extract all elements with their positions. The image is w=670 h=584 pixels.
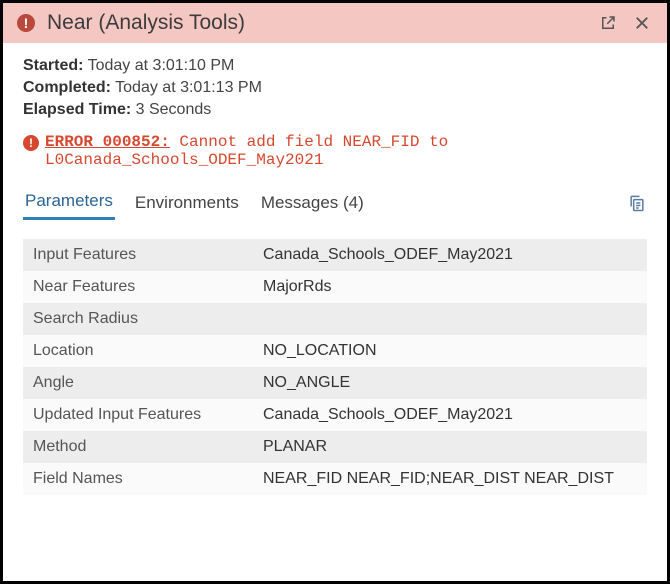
window-title: Near (Analysis Tools): [47, 11, 585, 35]
param-label: Location: [23, 335, 253, 367]
error-code-link[interactable]: ERROR 000852:: [45, 133, 170, 151]
param-label: Updated Input Features: [23, 399, 253, 431]
tool-result-window: ! Near (Analysis Tools) Started: Today a…: [0, 0, 670, 584]
elapsed-value: 3 Seconds: [136, 101, 212, 118]
param-label: Search Radius: [23, 303, 253, 335]
elapsed-label: Elapsed Time:: [23, 101, 131, 118]
table-row: Search Radius: [23, 303, 647, 335]
tab-messages[interactable]: Messages (4): [259, 187, 366, 219]
param-label: Method: [23, 431, 253, 463]
table-row: Method PLANAR: [23, 431, 647, 463]
started-value: Today at 3:01:10 PM: [88, 57, 235, 74]
completed-value: Today at 3:01:13 PM: [115, 79, 262, 96]
param-value: NO_LOCATION: [253, 335, 647, 367]
error-icon: !: [17, 14, 35, 32]
error-text: ERROR 000852: Cannot add field NEAR_FID …: [45, 133, 647, 169]
table-row: Updated Input Features Canada_Schools_OD…: [23, 399, 647, 431]
param-value: NEAR_FID NEAR_FID;NEAR_DIST NEAR_DIST: [253, 463, 647, 495]
tabs: Parameters Environments Messages (4): [23, 185, 647, 221]
param-value: Canada_Schools_ODEF_May2021: [253, 399, 647, 431]
table-row: Input Features Canada_Schools_ODEF_May20…: [23, 239, 647, 271]
error-message: ! ERROR 000852: Cannot add field NEAR_FI…: [23, 133, 647, 169]
body: Started: Today at 3:01:10 PM Completed: …: [3, 43, 667, 581]
completed-label: Completed:: [23, 79, 111, 96]
param-value: PLANAR: [253, 431, 647, 463]
close-icon[interactable]: [631, 12, 653, 34]
param-value: Canada_Schools_ODEF_May2021: [253, 239, 647, 271]
param-label: Field Names: [23, 463, 253, 495]
table-row: Location NO_LOCATION: [23, 335, 647, 367]
parameters-table: Input Features Canada_Schools_ODEF_May20…: [23, 239, 647, 495]
tab-environments[interactable]: Environments: [133, 187, 241, 219]
error-icon-small: !: [23, 135, 39, 151]
titlebar: ! Near (Analysis Tools): [3, 3, 667, 43]
param-label: Angle: [23, 367, 253, 399]
param-label: Near Features: [23, 271, 253, 303]
started-line: Started: Today at 3:01:10 PM: [23, 57, 647, 75]
param-value: [253, 303, 647, 335]
tab-parameters[interactable]: Parameters: [23, 185, 115, 220]
param-value: NO_ANGLE: [253, 367, 647, 399]
elapsed-line: Elapsed Time: 3 Seconds: [23, 101, 647, 119]
param-label: Input Features: [23, 239, 253, 271]
started-label: Started:: [23, 57, 83, 74]
table-row: Angle NO_ANGLE: [23, 367, 647, 399]
popout-icon[interactable]: [597, 12, 619, 34]
table-row: Near Features MajorRds: [23, 271, 647, 303]
copy-icon[interactable]: [627, 193, 647, 213]
param-value: MajorRds: [253, 271, 647, 303]
completed-line: Completed: Today at 3:01:13 PM: [23, 79, 647, 97]
table-row: Field Names NEAR_FID NEAR_FID;NEAR_DIST …: [23, 463, 647, 495]
